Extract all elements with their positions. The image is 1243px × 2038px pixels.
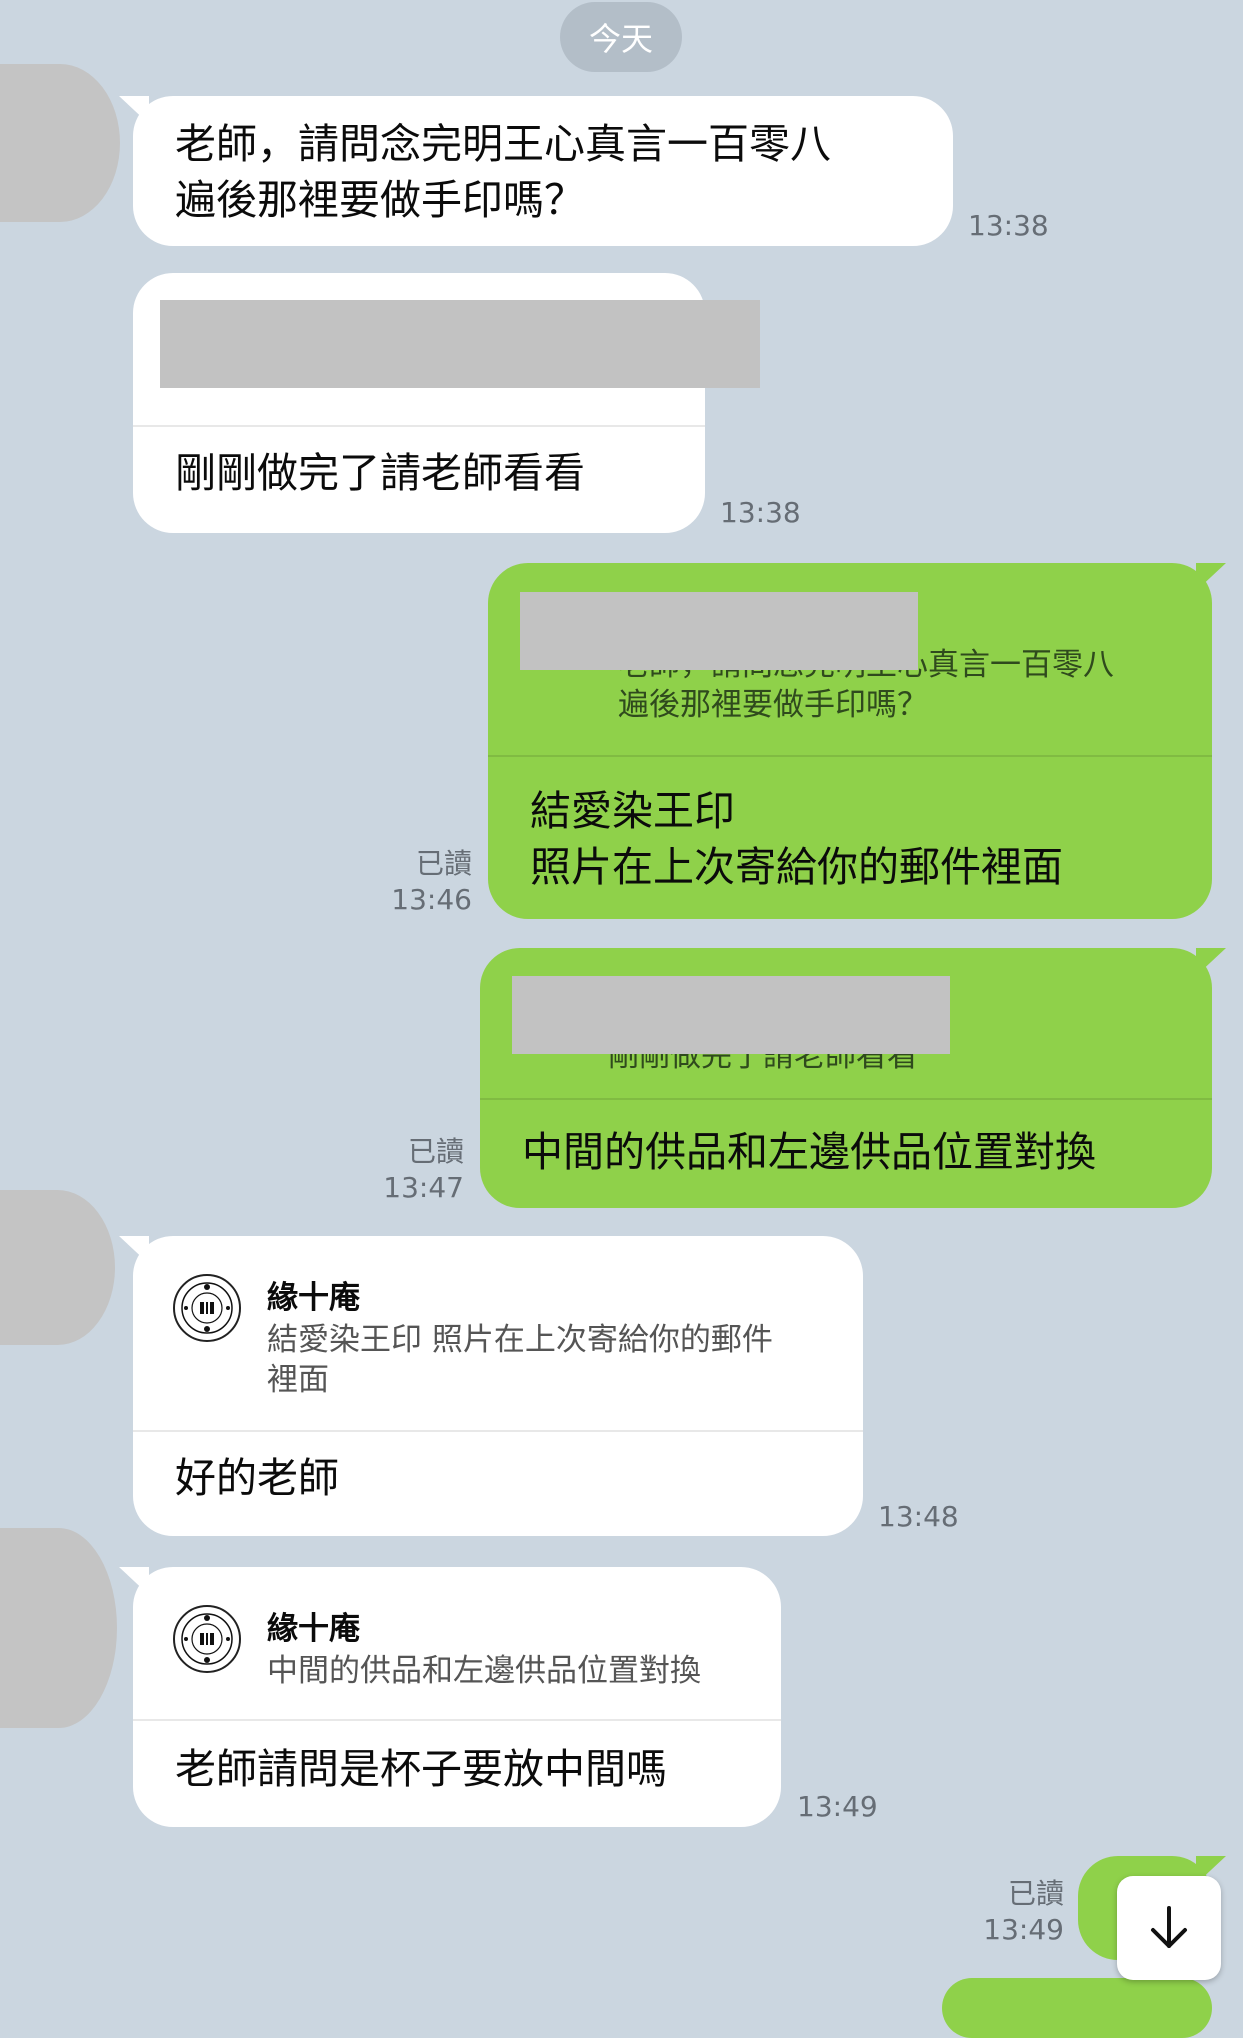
message-text: 老師請問是杯子要放中間嗎 [175,1745,667,1793]
read-status: 已讀 [1007,1877,1064,1910]
read-receipt: 已讀 13:46 [380,846,472,918]
read-receipt: 已讀 13:47 [372,1134,464,1206]
message-text: 剛剛做完了請老師看看 [175,449,585,497]
quote-text: 結愛染王印 照片在上次寄給你的郵件 裡面 [267,1322,773,1398]
message-bubble-incoming[interactable]: 緣十庵 中間的供品和左邊供品位置對換 老師請問是杯子要放中間嗎 [119,1567,781,1827]
message-text: 老師，請問念完明王心真言一百零八 遍後那裡要做手印嗎？ [175,120,831,224]
quote-text: 中間的供品和左邊供品位置對換 [267,1653,701,1689]
bubble-tail [119,96,149,124]
message-text: 好的老師 [175,1454,339,1502]
redacted-block [512,976,950,1054]
read-status: 已讀 [407,1135,464,1168]
read-status: 已讀 [415,847,472,880]
message-time: 13:49 [983,1913,1064,1946]
quote-sender-name: 緣十庵 [267,1280,360,1316]
message-text: 結愛染王印 照片在上次寄給你的郵件裡面 [530,787,1063,891]
reply-quote[interactable]: 緣十庵 結愛染王印 照片在上次寄給你的郵件 裡面 [133,1236,863,1432]
avatar[interactable] [0,1528,117,1728]
message-time: 13:49 [797,1790,878,1823]
message-time: 13:38 [720,496,801,529]
redacted-block [520,592,918,670]
reply-quote[interactable]: 緣十庵 中間的供品和左邊供品位置對換 [133,1567,781,1721]
avatar[interactable] [0,64,120,222]
redacted-block [160,300,760,388]
message-time: 13:38 [968,209,1049,242]
message-bubble-incoming[interactable]: 緣十庵 結愛染王印 照片在上次寄給你的郵件 裡面 好的老師 [119,1236,863,1536]
quote-sender-name: 緣十庵 [267,1611,360,1647]
message-time: 13:46 [391,883,472,916]
scroll-to-bottom-button[interactable] [1117,1876,1221,1980]
message-time: 13:47 [383,1171,464,1204]
message-bubble-outgoing[interactable] [942,1978,1212,2038]
message-bubble-incoming[interactable]: 老師，請問念完明王心真言一百零八 遍後那裡要做手印嗎？ [119,96,953,246]
seal-stamp-icon [173,1605,241,1673]
date-divider: 今天 [560,2,682,72]
arrow-down-icon [1151,1906,1187,1948]
read-receipt: 已讀 13:49 [970,1876,1064,1948]
seal-stamp-icon [173,1274,241,1342]
message-text: 中間的供品和左邊供品位置對換 [522,1128,1096,1176]
avatar[interactable] [0,1190,115,1345]
message-time: 13:48 [878,1500,959,1533]
